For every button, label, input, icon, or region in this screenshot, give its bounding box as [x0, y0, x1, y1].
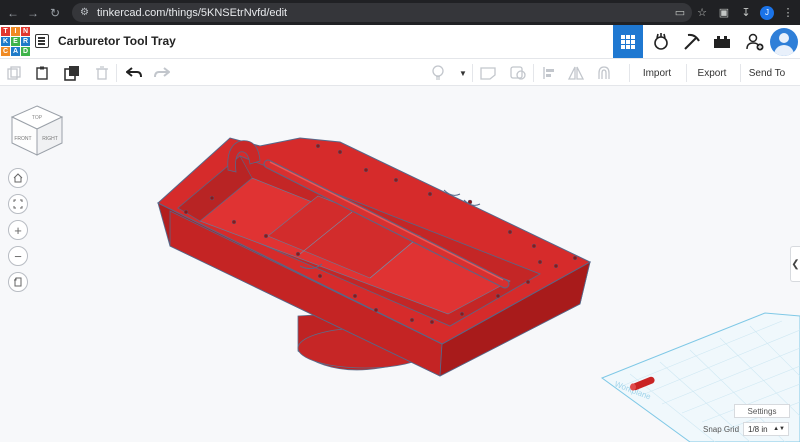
updown-caret-icon: ▲▼ — [773, 426, 785, 432]
toolbar-divider — [472, 64, 473, 82]
reload-icon[interactable]: ↻ — [44, 0, 66, 25]
chevron-left-icon: ❮ — [791, 258, 800, 270]
paste-icon — [36, 66, 48, 80]
export-button[interactable]: Export — [690, 63, 734, 83]
build-pickaxe-button[interactable] — [677, 25, 707, 58]
import-button[interactable]: Import — [634, 63, 680, 83]
bookmark-star-icon[interactable]: ☆ — [694, 5, 710, 21]
redo-button[interactable] — [152, 63, 172, 83]
back-arrow-icon[interactable]: ← — [2, 0, 24, 25]
url-text: tinkercad.com/things/5KNSEtrNvfd/edit — [96, 6, 288, 19]
logo-letter: N — [21, 27, 30, 36]
logo-letter: D — [21, 47, 30, 56]
browser-menu-icon[interactable]: ⋮ — [780, 5, 796, 21]
add-user-icon — [746, 33, 764, 50]
copy-button[interactable] — [4, 63, 24, 83]
toolbar-divider — [533, 64, 534, 82]
pickaxe-icon — [684, 33, 700, 50]
snap-grid-select[interactable]: 1/8 in ▲▼ — [743, 422, 789, 436]
site-info-icon[interactable]: ⚙ — [80, 7, 89, 18]
light-bulb-icon — [432, 65, 444, 80]
logo-letter: R — [21, 37, 30, 46]
light-dropdown-button[interactable]: ▼ — [453, 63, 473, 83]
browser-profile-avatar[interactable]: J — [760, 5, 774, 20]
note-icon — [480, 67, 496, 80]
mirror-button[interactable] — [566, 63, 586, 83]
user-avatar[interactable] — [770, 28, 798, 56]
forward-arrow-icon[interactable]: → — [22, 0, 44, 25]
logo-letter: I — [11, 27, 20, 36]
logo-letter: C — [1, 47, 10, 56]
cast-icon[interactable]: ▭ — [672, 5, 688, 21]
brick-icon — [714, 35, 730, 48]
extensions-icon[interactable]: ▣ — [716, 5, 732, 21]
codeblocks-button[interactable] — [646, 25, 676, 58]
logo-letter: K — [1, 37, 10, 46]
send-to-button[interactable]: Send To — [744, 63, 790, 83]
cruise-magnet-icon — [598, 66, 610, 79]
design-list-icon[interactable] — [35, 34, 49, 48]
copy-icon — [7, 66, 21, 80]
invite-user-button[interactable] — [740, 25, 770, 58]
carburetor-tool-tray-model[interactable] — [0, 86, 800, 442]
edit-toolbar: ▼ Import Export Send To — [0, 59, 800, 86]
toolbar-divider — [686, 64, 687, 82]
collapse-panel-tab[interactable]: ❮ — [790, 246, 800, 282]
undo-button[interactable] — [124, 63, 144, 83]
undo-arrow-icon — [126, 67, 142, 78]
cruise-button[interactable] — [594, 63, 614, 83]
note-button[interactable] — [478, 63, 498, 83]
duplicate-button[interactable] — [62, 63, 82, 83]
align-icon — [543, 67, 554, 79]
trash-icon — [96, 66, 108, 80]
browser-bar: ← → ↻ ⚙ tinkercad.com/things/5KNSEtrNvfd… — [0, 0, 800, 25]
logo-letter: A — [11, 47, 20, 56]
bricks-button[interactable] — [707, 25, 737, 58]
duplicate-icon — [64, 66, 79, 81]
logo-letter: E — [11, 37, 20, 46]
paste-button[interactable] — [32, 63, 52, 83]
snap-grid-label: Snap Grid — [703, 425, 740, 434]
design-title[interactable]: Carburetor Tool Tray — [58, 34, 176, 48]
download-icon[interactable]: ↧ — [738, 5, 754, 21]
light-bulb-button[interactable] — [428, 63, 448, 83]
settings-button[interactable]: Settings — [734, 404, 790, 418]
app-header: T I N K E R C A D Carburetor Tool Tray — [0, 25, 800, 59]
snap-grid-value: 1/8 in — [748, 424, 768, 434]
group-icon — [510, 66, 526, 80]
3d-workspace[interactable]: TOP FRONT RIGHT + − Workplane — [0, 86, 800, 442]
toolbar-divider — [740, 64, 741, 82]
toolbar-divider — [629, 64, 630, 82]
toolbar-divider — [116, 64, 117, 82]
delete-button[interactable] — [92, 63, 112, 83]
align-button[interactable] — [539, 63, 559, 83]
3d-view-button[interactable] — [613, 25, 643, 58]
logo-letter: T — [1, 27, 10, 36]
codeblocks-icon — [654, 32, 668, 50]
mirror-icon — [568, 66, 584, 80]
address-bar[interactable]: ⚙ tinkercad.com/things/5KNSEtrNvfd/edit — [72, 3, 692, 22]
group-button[interactable] — [508, 63, 528, 83]
grid-icon — [621, 34, 635, 49]
redo-arrow-icon — [154, 67, 170, 78]
tinkercad-logo[interactable]: T I N K E R C A D — [1, 27, 30, 56]
